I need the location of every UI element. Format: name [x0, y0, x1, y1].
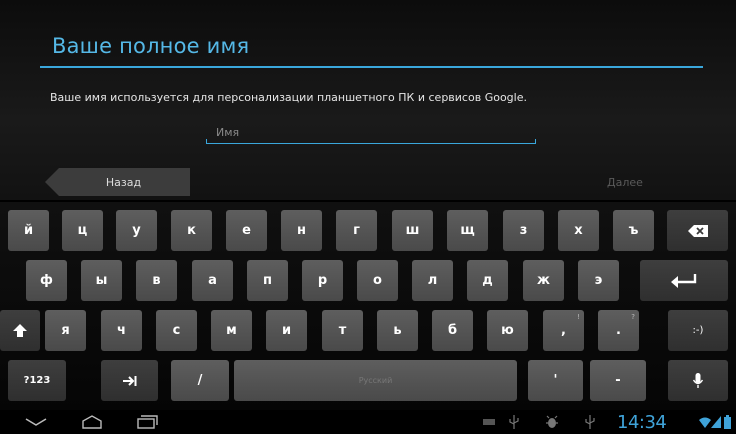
backspace-key[interactable] [667, 210, 728, 251]
backspace-icon [687, 224, 708, 237]
key-label: . [616, 323, 621, 338]
name-underline [206, 143, 536, 144]
microphone-icon [693, 372, 703, 388]
key-letter[interactable]: щ [447, 210, 488, 251]
dash-key[interactable]: - [590, 360, 646, 401]
key-hint: ? [631, 313, 635, 321]
enter-icon [671, 273, 697, 288]
key-letter[interactable]: м [211, 310, 252, 351]
home-icon [82, 415, 102, 429]
key-letter[interactable]: ц [62, 210, 103, 251]
key-letter[interactable]: д [467, 260, 508, 301]
description-text: Ваше имя используется для персонализации… [50, 91, 527, 104]
enter-key[interactable] [640, 260, 728, 301]
usb-status-2[interactable] [581, 413, 599, 431]
key-letter[interactable]: т [322, 310, 363, 351]
keyboard-status[interactable] [480, 414, 498, 430]
page-title: Ваше полное имя [52, 34, 250, 58]
battery-icon [723, 415, 731, 429]
shift-key[interactable] [0, 310, 40, 351]
usb-icon [585, 415, 595, 429]
key-letter[interactable]: р [302, 260, 343, 301]
android-debug-icon [546, 415, 558, 428]
period-key[interactable]: . ? [598, 310, 639, 351]
setup-wizard: Ваше полное имя Ваше имя используется дл… [0, 0, 736, 200]
key-letter[interactable]: и [266, 310, 307, 351]
key-letter[interactable]: ъ [613, 210, 654, 251]
key-letter[interactable]: з [503, 210, 544, 251]
keyboard-status-icon [483, 419, 495, 425]
key-letter[interactable]: п [247, 260, 288, 301]
key-letter[interactable]: ш [392, 210, 433, 251]
key-hint: ! [577, 313, 580, 321]
key-letter[interactable]: ж [523, 260, 564, 301]
battery-status[interactable] [722, 413, 732, 431]
key-letter[interactable]: к [171, 210, 212, 251]
key-letter[interactable]: ы [81, 260, 122, 301]
apostrophe-key[interactable]: ' [528, 360, 583, 401]
key-letter[interactable]: г [336, 210, 377, 251]
key-label: , [561, 323, 566, 338]
key-letter[interactable]: х [558, 210, 599, 251]
name-underline-right-tick [535, 139, 536, 144]
key-letter[interactable]: я [45, 310, 86, 351]
key-letter[interactable]: а [192, 260, 233, 301]
tab-key[interactable] [101, 360, 158, 401]
key-letter[interactable]: б [432, 310, 473, 351]
signal-status[interactable] [710, 414, 722, 430]
key-letter[interactable]: е [226, 210, 267, 251]
recent-apps-button[interactable] [133, 412, 161, 432]
clock[interactable]: 14:34 [617, 410, 667, 434]
shift-icon [13, 323, 27, 337]
comma-key[interactable]: , ! [543, 310, 584, 351]
debug-status[interactable] [543, 413, 561, 431]
title-divider [40, 66, 703, 68]
key-letter[interactable]: ь [377, 310, 418, 351]
key-letter[interactable]: о [357, 260, 398, 301]
back-icon [25, 418, 47, 426]
key-letter[interactable]: ф [26, 260, 67, 301]
usb-status[interactable] [505, 413, 523, 431]
name-input[interactable] [206, 120, 536, 144]
recent-apps-icon [137, 415, 158, 429]
on-screen-keyboard: й ц у к е н г ш щ з х ъ ф ы в а п р о л … [0, 202, 736, 410]
microphone-key[interactable] [668, 360, 728, 401]
system-navigation-bar: 14:34 [0, 410, 736, 434]
name-field[interactable] [206, 120, 536, 146]
key-letter[interactable]: л [412, 260, 453, 301]
key-letter[interactable]: с [156, 310, 197, 351]
signal-icon [711, 416, 721, 428]
usb-icon [509, 415, 519, 429]
key-letter[interactable]: ю [487, 310, 528, 351]
smiley-key[interactable]: :-) [668, 310, 728, 351]
space-key[interactable]: Русский [234, 360, 517, 401]
name-underline-left-tick [206, 139, 207, 144]
key-letter[interactable]: ч [101, 310, 142, 351]
key-letter[interactable]: в [136, 260, 177, 301]
symbols-key[interactable]: ?123 [8, 360, 66, 401]
key-letter[interactable]: й [8, 210, 49, 251]
tab-icon [122, 375, 136, 386]
back-nav-button[interactable] [22, 412, 50, 432]
next-button[interactable]: Далее [580, 168, 670, 196]
key-letter[interactable]: н [281, 210, 322, 251]
slash-key[interactable]: / [171, 360, 229, 401]
home-nav-button[interactable] [78, 412, 106, 432]
key-letter[interactable]: э [578, 260, 619, 301]
back-button[interactable]: Назад [45, 168, 190, 196]
key-letter[interactable]: у [116, 210, 157, 251]
setup-screen: Ваше полное имя Ваше имя используется дл… [0, 0, 736, 434]
